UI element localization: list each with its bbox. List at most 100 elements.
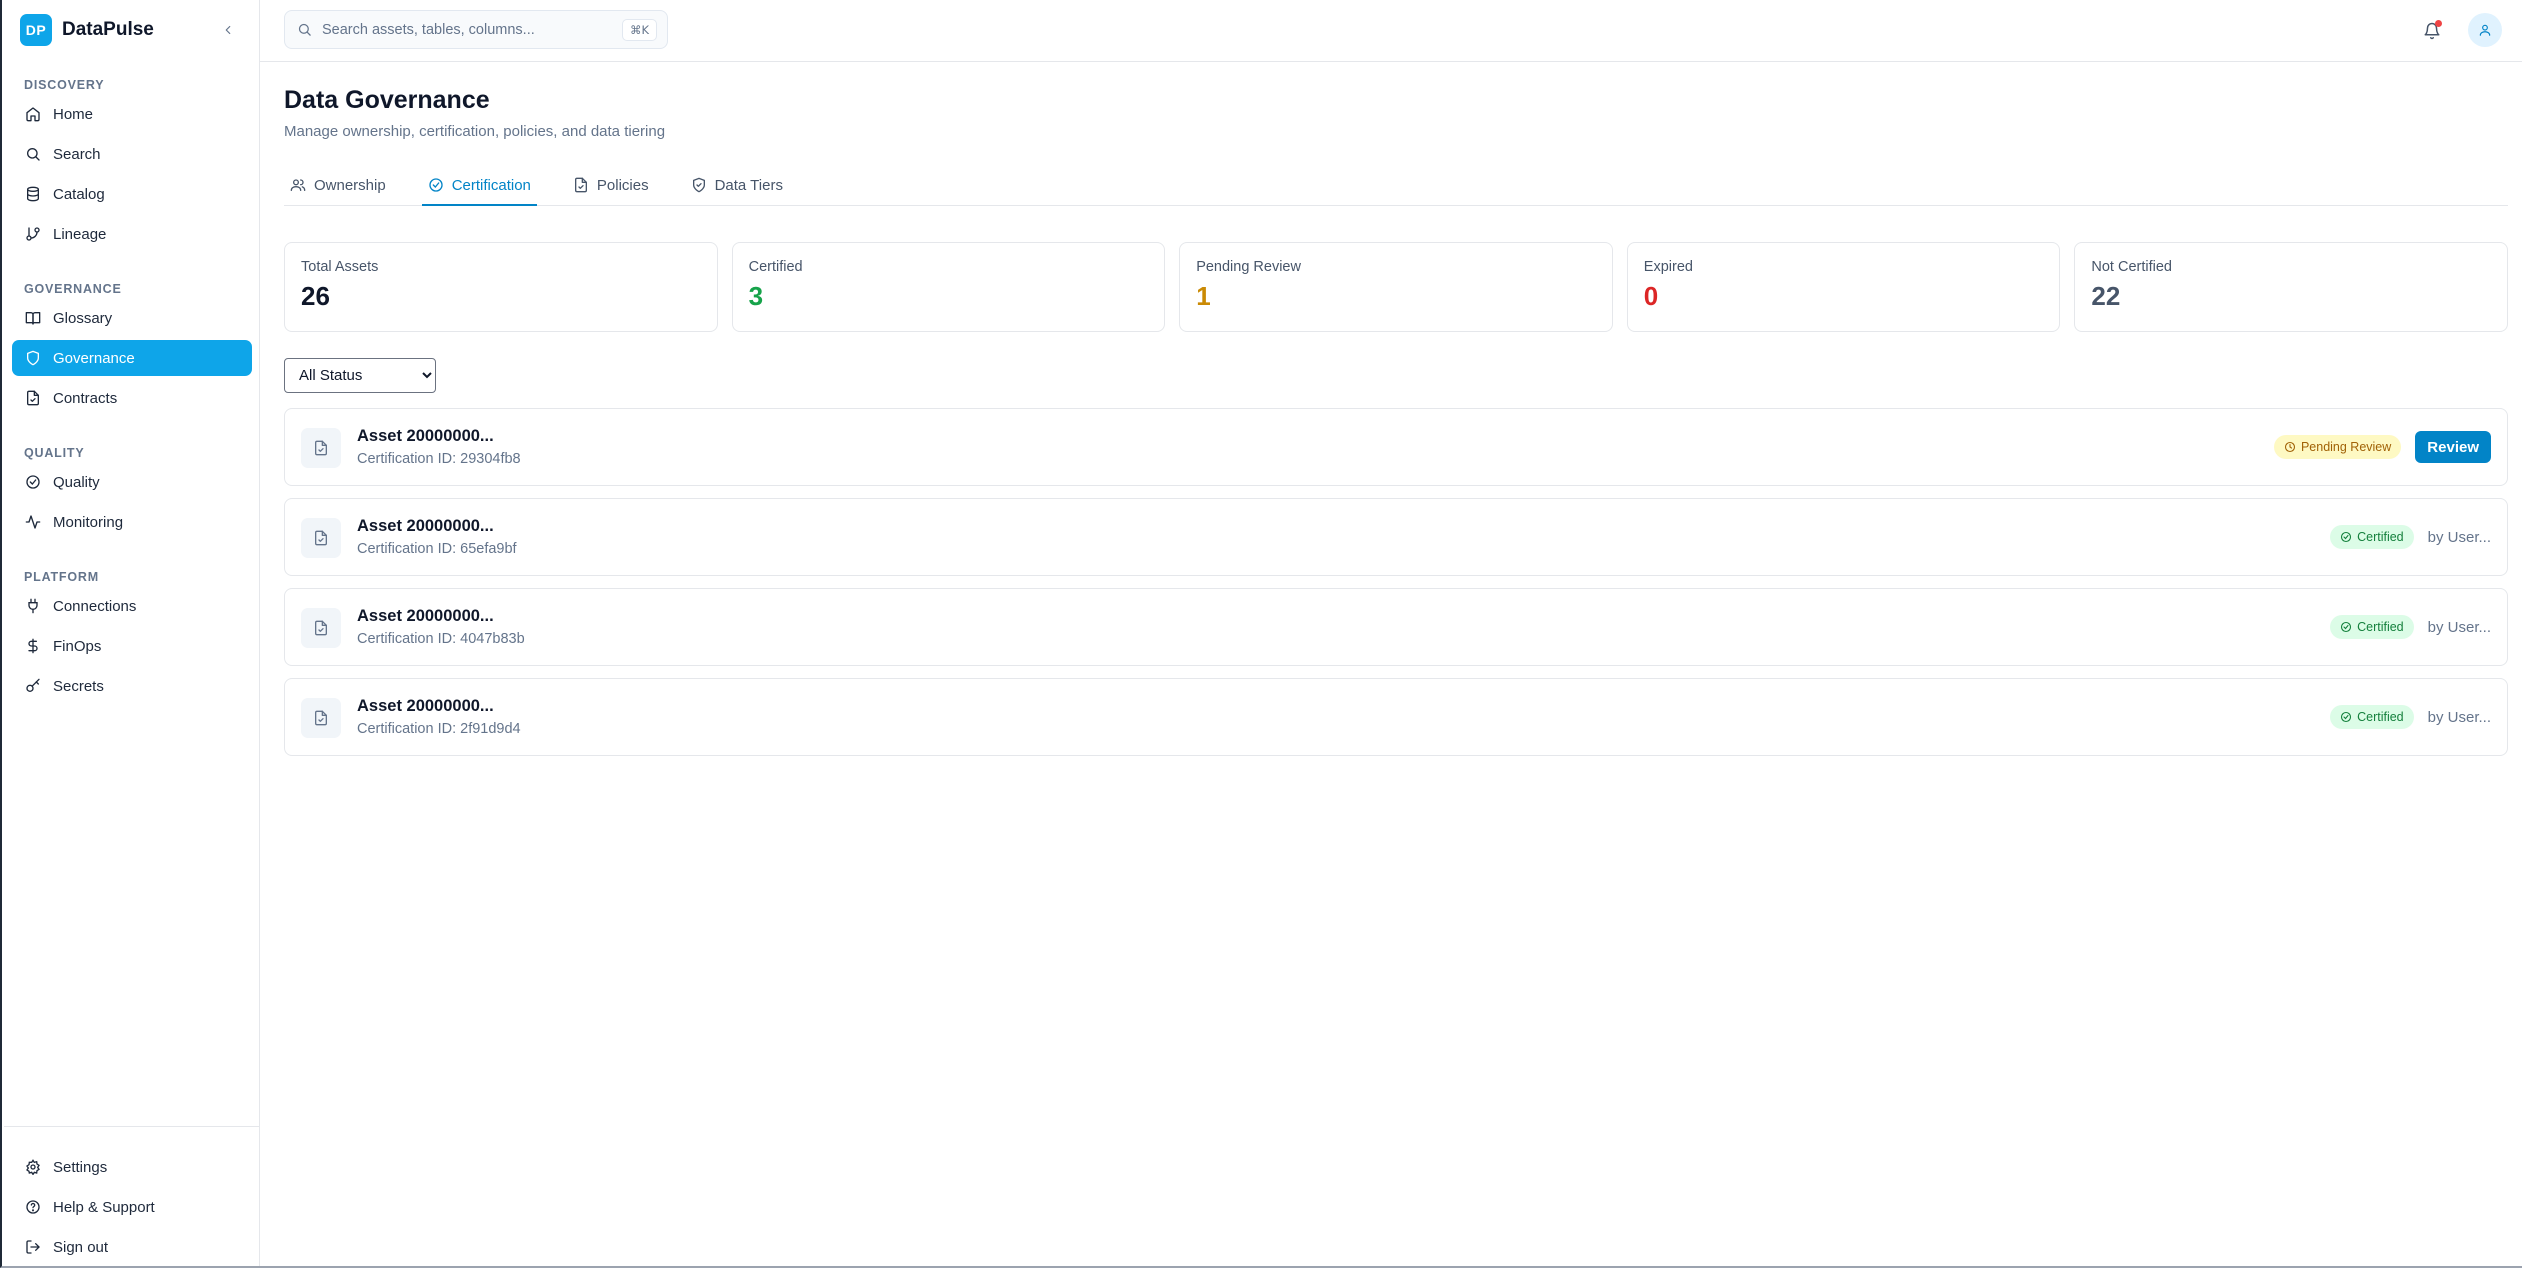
certification-row[interactable]: Asset 20000000... Certification ID: 2f91… (284, 678, 2508, 756)
nav-heading: DISCOVERY (24, 78, 105, 92)
check-circle-icon (26, 475, 40, 489)
sidebar-item-label: Sign out (53, 1238, 109, 1256)
sidebar-item-label: Connections (53, 597, 137, 615)
notifications-button[interactable] (2418, 17, 2446, 45)
sidebar-item-label: Catalog (53, 185, 105, 203)
search-icon (298, 23, 311, 36)
row-actions: Certified by User... (2330, 679, 2491, 755)
home-icon (26, 107, 40, 122)
asset-name[interactable]: Asset 20000000... (357, 517, 494, 536)
sidebar-item-label: Monitoring (53, 513, 124, 531)
asset-name[interactable]: Asset 20000000... (357, 607, 494, 626)
sidebar-item-monitoring[interactable]: Monitoring (12, 504, 252, 540)
sidebar-item-connections[interactable]: Connections (12, 588, 252, 624)
sidebar-item-help[interactable]: Help & Support (12, 1189, 252, 1225)
top-bar: ⌘K (260, 0, 2522, 62)
help-circle-icon (26, 1200, 40, 1214)
certification-row[interactable]: Asset 20000000... Certification ID: 65ef… (284, 498, 2508, 576)
clock-icon (2284, 441, 2296, 453)
sidebar-item-label: Settings (53, 1158, 108, 1176)
plug-icon (28, 598, 38, 614)
shield-check-icon (692, 177, 705, 193)
governance-tabs: Ownership Certification Policies Data Ti… (284, 166, 2508, 206)
row-actions: Certified by User... (2330, 589, 2491, 665)
tab-label: Certification (451, 176, 531, 194)
tab-data-tiers[interactable]: Data Tiers (685, 166, 789, 206)
certification-row[interactable]: Asset 20000000... Certification ID: 4047… (284, 588, 2508, 666)
sidebar-item-secrets[interactable]: Secrets (12, 668, 252, 704)
global-search[interactable]: ⌘K (284, 10, 668, 49)
sidebar-item-sign-out[interactable]: Sign out (12, 1229, 252, 1265)
stat-label: Certified (748, 259, 803, 275)
nav-heading: QUALITY (24, 446, 85, 460)
status-badge: Pending Review (2273, 435, 2402, 459)
tab-label: Ownership (314, 176, 386, 194)
sidebar-item-governance[interactable]: Governance (12, 340, 252, 376)
file-check-icon (301, 608, 341, 648)
tab-policies[interactable]: Policies (567, 166, 655, 206)
asset-name[interactable]: Asset 20000000... (357, 427, 494, 446)
review-button[interactable]: Review (2415, 431, 2491, 463)
collapse-sidebar-button[interactable] (218, 20, 238, 40)
stat-label: Total Assets (301, 259, 379, 275)
sidebar-item-quality[interactable]: Quality (12, 464, 252, 500)
sidebar-item-search[interactable]: Search (12, 136, 252, 172)
status-badge-label: Pending Review (2300, 440, 2392, 454)
sidebar-item-label: Quality (53, 473, 100, 491)
sidebar-item-lineage[interactable]: Lineage (12, 216, 252, 252)
stat-card-expired: Expired 0 (1626, 242, 2061, 332)
brand[interactable]: DP DataPulse (20, 14, 154, 46)
search-shortcut: ⌘K (621, 19, 657, 41)
sidebar: DP DataPulse DISCOVERY Home Search Catal… (4, 0, 260, 1266)
file-check-icon (301, 518, 341, 558)
nav-heading: GOVERNANCE (24, 282, 122, 296)
row-actions: Certified by User... (2330, 499, 2491, 575)
sidebar-item-settings[interactable]: Settings (12, 1149, 252, 1185)
certification-row[interactable]: Asset 20000000... Certification ID: 2930… (284, 408, 2508, 486)
sidebar-item-catalog[interactable]: Catalog (12, 176, 252, 212)
certified-by: by User... (2427, 528, 2491, 546)
certification-stats: Total Assets 26 Certified 3 Pending Revi… (284, 242, 2508, 332)
certification-id: Certification ID: 65efa9bf (357, 541, 517, 557)
stat-label: Not Certified (2091, 259, 2172, 275)
notification-dot (2435, 20, 2442, 27)
file-check-icon (301, 698, 341, 738)
search-icon (27, 148, 40, 161)
key-icon (26, 678, 40, 692)
sidebar-item-home[interactable]: Home (12, 96, 252, 132)
status-filter-select[interactable]: All Status (284, 358, 436, 393)
sidebar-item-glossary[interactable]: Glossary (12, 300, 252, 336)
page-title: Data Governance (284, 86, 490, 114)
stat-value: 1 (1196, 281, 1211, 311)
tab-label: Policies (596, 176, 649, 194)
app-window: DP DataPulse DISCOVERY Home Search Catal… (0, 0, 2522, 1268)
stat-card-pending-review: Pending Review 1 (1179, 242, 1613, 332)
sidebar-item-label: FinOps (53, 637, 102, 655)
asset-name[interactable]: Asset 20000000... (357, 697, 494, 716)
dollar-icon (28, 638, 38, 654)
nav-section-quality: QUALITY Quality Monitoring (4, 442, 260, 544)
sidebar-item-contracts[interactable]: Contracts (12, 380, 252, 416)
file-check-icon (574, 177, 587, 193)
tab-ownership[interactable]: Ownership (284, 166, 392, 206)
certification-id: Certification ID: 29304fb8 (357, 451, 521, 467)
certified-by: by User... (2427, 708, 2491, 726)
nav-section-governance: GOVERNANCE Glossary Governance Contracts (4, 278, 260, 420)
status-badge-label: Certified (2357, 620, 2404, 634)
user-avatar[interactable] (2468, 13, 2502, 47)
nav-section-discovery: DISCOVERY Home Search Catalog Lineage (4, 74, 260, 256)
stat-label: Expired (1643, 259, 1693, 275)
status-badge-label: Certified (2357, 530, 2404, 544)
sidebar-item-finops[interactable]: FinOps (12, 628, 252, 664)
sign-out-icon (26, 1240, 40, 1254)
tab-label: Data Tiers (714, 176, 783, 194)
sidebar-item-label: Help & Support (53, 1198, 155, 1216)
tab-certification[interactable]: Certification (421, 166, 537, 206)
database-icon (27, 186, 39, 202)
row-actions: Pending Review Review (2273, 409, 2491, 485)
search-input[interactable] (322, 21, 612, 38)
users-icon (290, 179, 306, 191)
page-subtitle: Manage ownership, certification, policie… (284, 123, 666, 140)
certification-id: Certification ID: 4047b83b (357, 631, 525, 647)
stat-value: 3 (748, 281, 764, 311)
